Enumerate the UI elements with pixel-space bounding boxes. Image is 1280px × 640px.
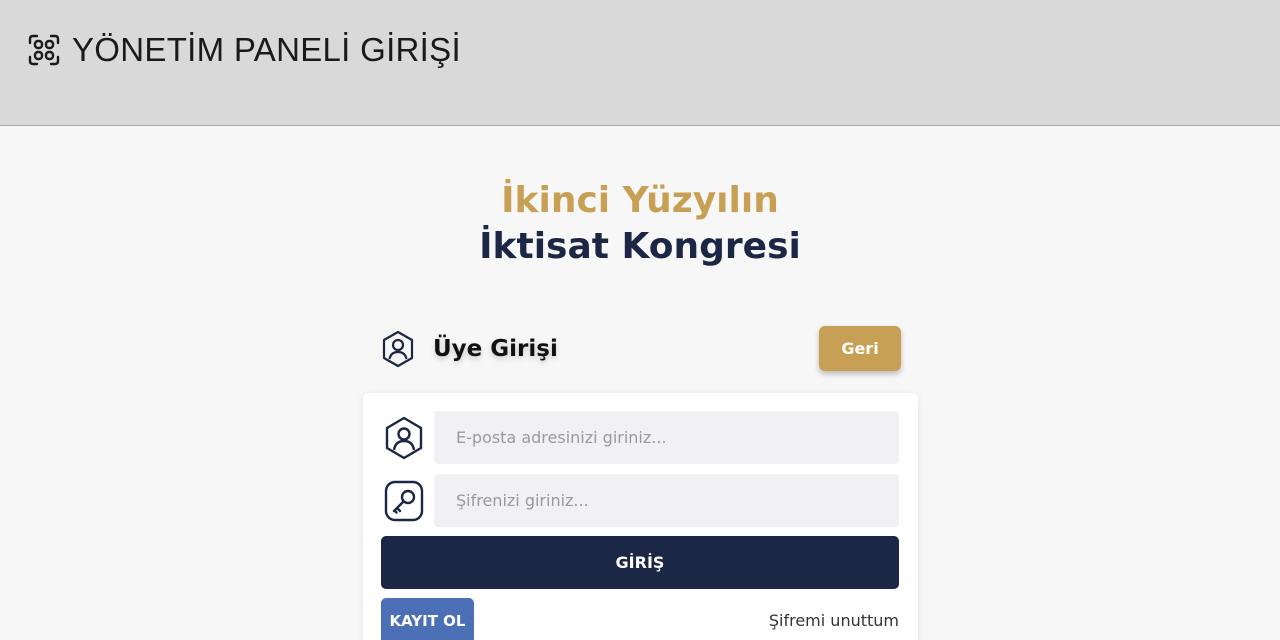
member-login-title: Üye Girişi — [433, 336, 558, 362]
login-submit-button[interactable]: GİRİŞ — [381, 536, 899, 589]
register-button[interactable]: KAYIT OL — [381, 598, 474, 640]
page-title: YÖNETİM PANELİ GİRİŞİ — [72, 31, 461, 68]
hero-line-1: İkinci Yüzyılın — [501, 180, 779, 221]
user-hexagon-icon — [385, 416, 423, 460]
user-hexagon-icon — [382, 330, 414, 368]
email-input[interactable] — [434, 411, 899, 464]
qr-grid-icon — [28, 34, 60, 66]
forgot-password-link[interactable]: Şifremi unuttum — [700, 611, 899, 630]
back-button[interactable]: Geri — [819, 326, 901, 371]
top-header: YÖNETİM PANELİ GİRİŞİ — [0, 0, 1280, 126]
key-icon — [384, 480, 424, 522]
password-input[interactable] — [434, 474, 899, 527]
hero-line-2: İktisat Kongresi — [479, 226, 801, 267]
